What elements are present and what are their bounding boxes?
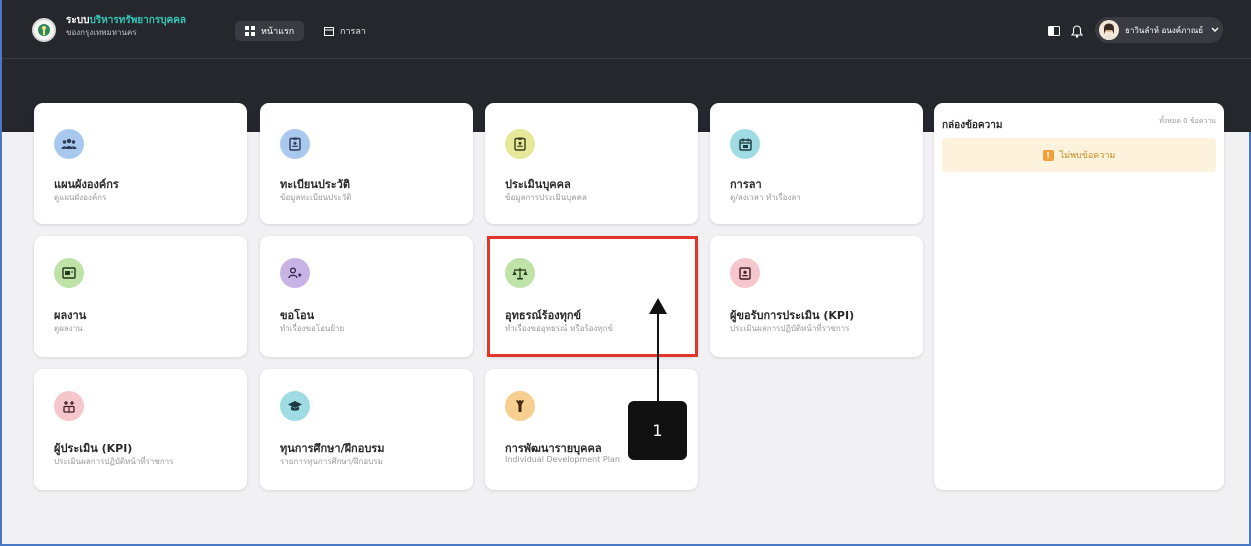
card-kpi-evaluator[interactable]: ผู้ประเมิน (KPI) ประเมินผลการปฏิบัติหน้า… [34,369,247,490]
person-up-icon [505,391,535,421]
message-count: ทั้งหมด 0 ข้อความ [1159,117,1216,125]
card-org-chart[interactable]: แผนผังองค์กร ดูแผนผังองค์กร [34,103,247,224]
card-subtitle: รายการทุนการศึกษา/ฝึกอบรม [280,457,383,466]
card-subtitle: Individual Development Plan [505,455,620,464]
brand-highlight: บริหารทรัพยากรบุคคล [89,15,187,26]
nav-home-label: หน้าแรก [261,27,295,37]
card-transfer[interactable]: ขอโอน ทำเรื่องขอโอนย้าย [260,236,473,357]
people-icon [54,129,84,159]
user-transfer-icon [280,258,310,288]
user-menu-button[interactable]: ธาวินลำห์ อนงค์ภาณย์ [1095,17,1223,43]
folder-icon [54,258,84,288]
warning-icon: ! [1042,149,1054,161]
avatar [1099,20,1119,40]
nav-leave-label: การลา [340,27,366,37]
brand-prefix: ระบบ [66,15,90,26]
clipboard-icon [505,129,535,159]
card-personnel-record[interactable]: ทะเบียนประวัติ ข้อมูลทะเบียนประวัติ [260,103,473,224]
grid-icon [245,26,255,36]
user-name: ธาวินลำห์ อนงค์ภาณย์ [1125,25,1203,35]
bell-icon[interactable] [1068,22,1086,40]
card-performance[interactable]: ผลงาน ดูผลงาน [34,236,247,357]
header-divider [2,58,1251,59]
empty-message-alert: ! ไม่พบข้อความ [942,138,1216,172]
chevron-down-icon [1211,27,1219,32]
sidebar-toggle-icon[interactable] [1045,22,1063,40]
graduation-cap-icon [280,391,310,421]
nav-leave-button[interactable]: การลา [320,21,370,41]
card-subtitle: ดูผลงาน [54,324,83,333]
people-plus-icon [54,391,84,421]
card-subtitle: ข้อมูลการประเมินบุคคล [505,193,587,202]
card-personnel-evaluation[interactable]: ประเมินบุคคล ข้อมูลการประเมินบุคคล [485,103,698,224]
empty-message-text: ไม่พบข้อความ [1059,151,1116,161]
brand-subtitle: ของกรุงเทพมหานคร [66,28,137,37]
card-subtitle: ประเมินผลการปฏิบัติหน้าที่ราชการ [54,457,174,466]
nav-home-button[interactable]: หน้าแรก [235,21,305,41]
card-subtitle: ดู/ลงเวลา ทำเรื่องลา [730,193,801,202]
highlight-box [487,236,698,357]
app-brand: ระบบบริหารทรัพยากรบุคคล ของกรุงเทพมหานคร [66,16,186,37]
message-box-title: กล่องข้อความ [942,120,1003,131]
card-scholarship-training[interactable]: ทุนการศึกษา/ฝึกอบรม รายการทุนการศึกษา/ฝึ… [260,369,473,490]
card-subtitle: ข้อมูลทะเบียนประวัติ [280,193,352,202]
message-box: กล่องข้อความ ทั้งหมด 0 ข้อความ ! ไม่พบข้… [934,103,1224,490]
callout-arrow-icon [649,298,667,314]
card-subtitle: ทำเรื่องขอโอนย้าย [280,324,345,333]
callout-number: 1 [628,401,687,460]
calendar-icon [324,27,334,36]
card-kpi-evaluatee[interactable]: ผู้ขอรับการประเมิน (KPI) ประเมินผลการปฏิ… [710,236,923,357]
card-subtitle: ประเมินผลการปฏิบัติหน้าที่ราชการ [730,324,850,333]
card-leave[interactable]: การลา ดู/ลงเวลา ทำเรื่องลา [710,103,923,224]
id-card-icon [280,129,310,159]
callout-line [657,310,659,402]
card-subtitle: ดูแผนผังองค์กร [54,193,107,202]
badge-icon [730,258,760,288]
calendar-icon [730,129,760,159]
bangkok-logo-icon[interactable] [32,18,56,42]
